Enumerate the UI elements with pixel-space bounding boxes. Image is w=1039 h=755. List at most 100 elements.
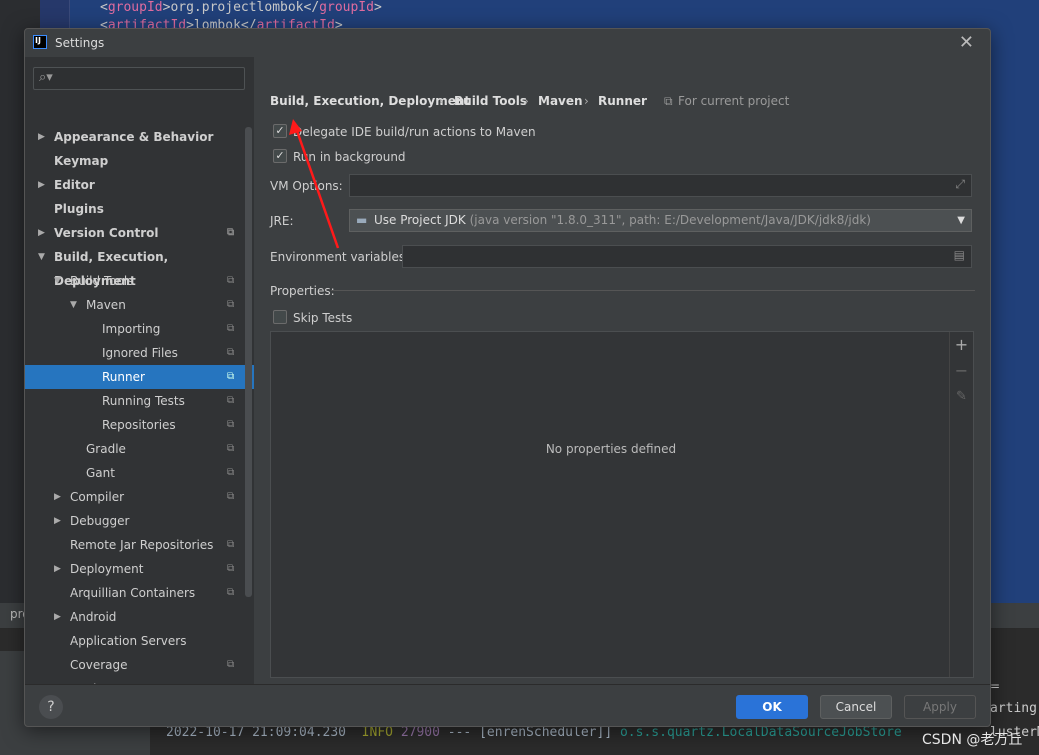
close-icon[interactable]: ✕ — [959, 32, 974, 53]
skip-tests-checkbox[interactable] — [273, 310, 287, 324]
chevron-down-icon: ▼ — [957, 215, 965, 226]
tree-item[interactable]: Gradle ⧉ — [25, 437, 254, 461]
sidebar-scrollbar[interactable] — [245, 127, 252, 597]
tree-item-label: Keymap — [54, 154, 109, 168]
tree-item-label: Debugger — [70, 514, 130, 528]
tree-item[interactable]: Repositories ⧉ — [25, 413, 254, 437]
search-input[interactable]: ⌕▾ — [33, 67, 245, 90]
dialog-title: Settings — [55, 36, 105, 50]
tree-item-label: Repositories — [102, 418, 176, 432]
tree-item[interactable]: ▶ Docker — [25, 677, 254, 684]
vm-options-label: VM Options: — [270, 179, 343, 193]
add-icon[interactable]: + — [950, 332, 973, 358]
tree-item-label: Application Servers — [70, 634, 187, 648]
ok-button[interactable]: OK — [736, 695, 808, 719]
tree-item-label: Ignored Files — [102, 346, 178, 360]
tree-item[interactable]: Arquillian Containers ⧉ — [25, 581, 254, 605]
chevron-down-icon[interactable]: ▼ — [70, 293, 77, 317]
intellij-logo: IJ — [33, 35, 47, 49]
tree-item-label: Arquillian Containers — [70, 586, 196, 600]
delegate-checkbox[interactable]: ✓ — [273, 124, 287, 138]
help-button[interactable]: ? — [39, 695, 63, 719]
tree-item[interactable]: ▶ Deployment ⧉ — [25, 557, 254, 581]
tree-item-label: Gant — [86, 466, 115, 480]
project-scope-icon: ⧉ — [227, 587, 235, 598]
apply-button[interactable]: Apply — [904, 695, 976, 719]
jre-value: Use Project JDK — [374, 213, 466, 227]
project-scope-icon: ⧉ — [227, 659, 235, 670]
project-scope-icon: ⧉ — [227, 371, 235, 382]
table-toolbar: + − ✎ — [949, 332, 973, 677]
project-scope-icon: ⧉ — [227, 419, 235, 430]
tree-item[interactable]: Running Tests ⧉ — [25, 389, 254, 413]
tree-item[interactable]: ▶ Version Control ⧉ — [25, 221, 254, 245]
project-scope-icon: ⧉ — [664, 94, 673, 108]
chevron-right-icon[interactable]: ▶ — [54, 605, 61, 629]
runner-settings-panel: Build, Execution, Deployment › Build Too… — [270, 57, 990, 684]
tree-item[interactable]: Remote Jar Repositories ⧉ — [25, 533, 254, 557]
tree-item-label: Importing — [102, 322, 161, 336]
chevron-right-icon: › — [524, 94, 529, 108]
tree-item-label: Appearance & Behavior — [54, 130, 214, 144]
chevron-right-icon[interactable]: ▶ — [54, 677, 61, 684]
tree-item[interactable]: ▼ Build, Execution, Deployment — [25, 245, 254, 288]
for-current-project-label: For current project — [678, 94, 790, 108]
project-scope-icon: ⧉ — [227, 395, 235, 406]
chevron-right-icon[interactable]: ▶ — [38, 173, 45, 197]
settings-tree: ▶ Appearance & Behavior Keymap ▶ Editor Plugi… — [25, 125, 254, 684]
tree-item[interactable]: Importing ⧉ — [25, 317, 254, 341]
project-scope-icon: ⧉ — [227, 299, 235, 310]
chevron-right-icon[interactable]: ▶ — [54, 485, 61, 509]
console-fragment: arting — [990, 701, 1037, 716]
tree-item[interactable]: Plugins — [25, 197, 254, 221]
tree-item-label: Plugins — [54, 202, 104, 216]
tree-item-label: Coverage — [70, 658, 128, 672]
tree-item-label: Running Tests — [102, 394, 185, 408]
tree-item[interactable]: ▶ Appearance & Behavior — [25, 125, 254, 149]
dialog-footer: ? OK Cancel Apply — [25, 684, 990, 728]
expand-icon[interactable]: ⤢ — [955, 177, 965, 192]
skip-tests-label: Skip Tests — [293, 311, 353, 325]
tree-item[interactable]: ▶ Editor — [25, 173, 254, 197]
chevron-right-icon: › — [439, 94, 444, 108]
project-scope-icon: ⧉ — [227, 443, 235, 454]
tree-item[interactable]: Coverage ⧉ — [25, 653, 254, 677]
document-icon[interactable]: ▤ — [954, 248, 965, 262]
jre-select[interactable]: ▬ Use Project JDK (java version "1.8.0_3… — [349, 209, 972, 232]
tree-item[interactable]: ▼ Maven ⧉ — [25, 293, 254, 317]
tree-item[interactable]: Runner ⧉ — [25, 365, 254, 389]
env-input[interactable]: ▤ — [402, 245, 972, 268]
tree-item[interactable]: Gant ⧉ — [25, 461, 254, 485]
run-in-background-checkbox[interactable]: ✓ — [273, 149, 287, 163]
tree-item[interactable]: ▶ Android — [25, 605, 254, 629]
tree-item[interactable]: Ignored Files ⧉ — [25, 341, 254, 365]
tree-item[interactable]: ▶ Compiler ⧉ — [25, 485, 254, 509]
tree-item-label: Build Tools — [70, 274, 134, 288]
project-scope-icon: ⧉ — [227, 323, 235, 334]
tree-item-label: Maven — [86, 298, 126, 312]
tree-item-label: Runner — [102, 370, 145, 384]
tree-item-label: Deployment — [70, 562, 144, 576]
chevron-right-icon[interactable]: ▶ — [38, 125, 45, 149]
cancel-button[interactable]: Cancel — [820, 695, 892, 719]
breadcrumb-current: Runner — [598, 94, 647, 108]
search-icon: ⌕▾ — [39, 70, 53, 85]
chevron-right-icon[interactable]: ▶ — [54, 509, 61, 533]
vm-options-input[interactable]: ⤢ — [349, 174, 972, 197]
remove-icon[interactable]: − — [950, 358, 973, 384]
chevron-down-icon[interactable]: ▼ — [38, 245, 45, 269]
edit-icon[interactable]: ✎ — [950, 384, 973, 410]
chevron-right-icon[interactable]: ▶ — [38, 221, 45, 245]
tree-item[interactable]: Application Servers — [25, 629, 254, 653]
tree-item[interactable]: Keymap — [25, 149, 254, 173]
tree-item[interactable]: ▶ Debugger — [25, 509, 254, 533]
project-scope-icon: ⧉ — [227, 227, 235, 238]
tree-item-label: Version Control — [54, 226, 159, 240]
breadcrumb-item[interactable]: Maven — [538, 94, 583, 108]
chevron-down-icon[interactable]: ▼ — [54, 269, 61, 293]
divider — [331, 290, 975, 291]
settings-sidebar: ⌕▾ ▶ Appearance & Behavior Keymap ▶ Editor Pl… — [25, 57, 254, 684]
breadcrumb-item[interactable]: Build Tools — [454, 94, 527, 108]
tree-item[interactable]: ▼ Build Tools ⧉ — [25, 269, 254, 293]
chevron-right-icon[interactable]: ▶ — [54, 557, 61, 581]
